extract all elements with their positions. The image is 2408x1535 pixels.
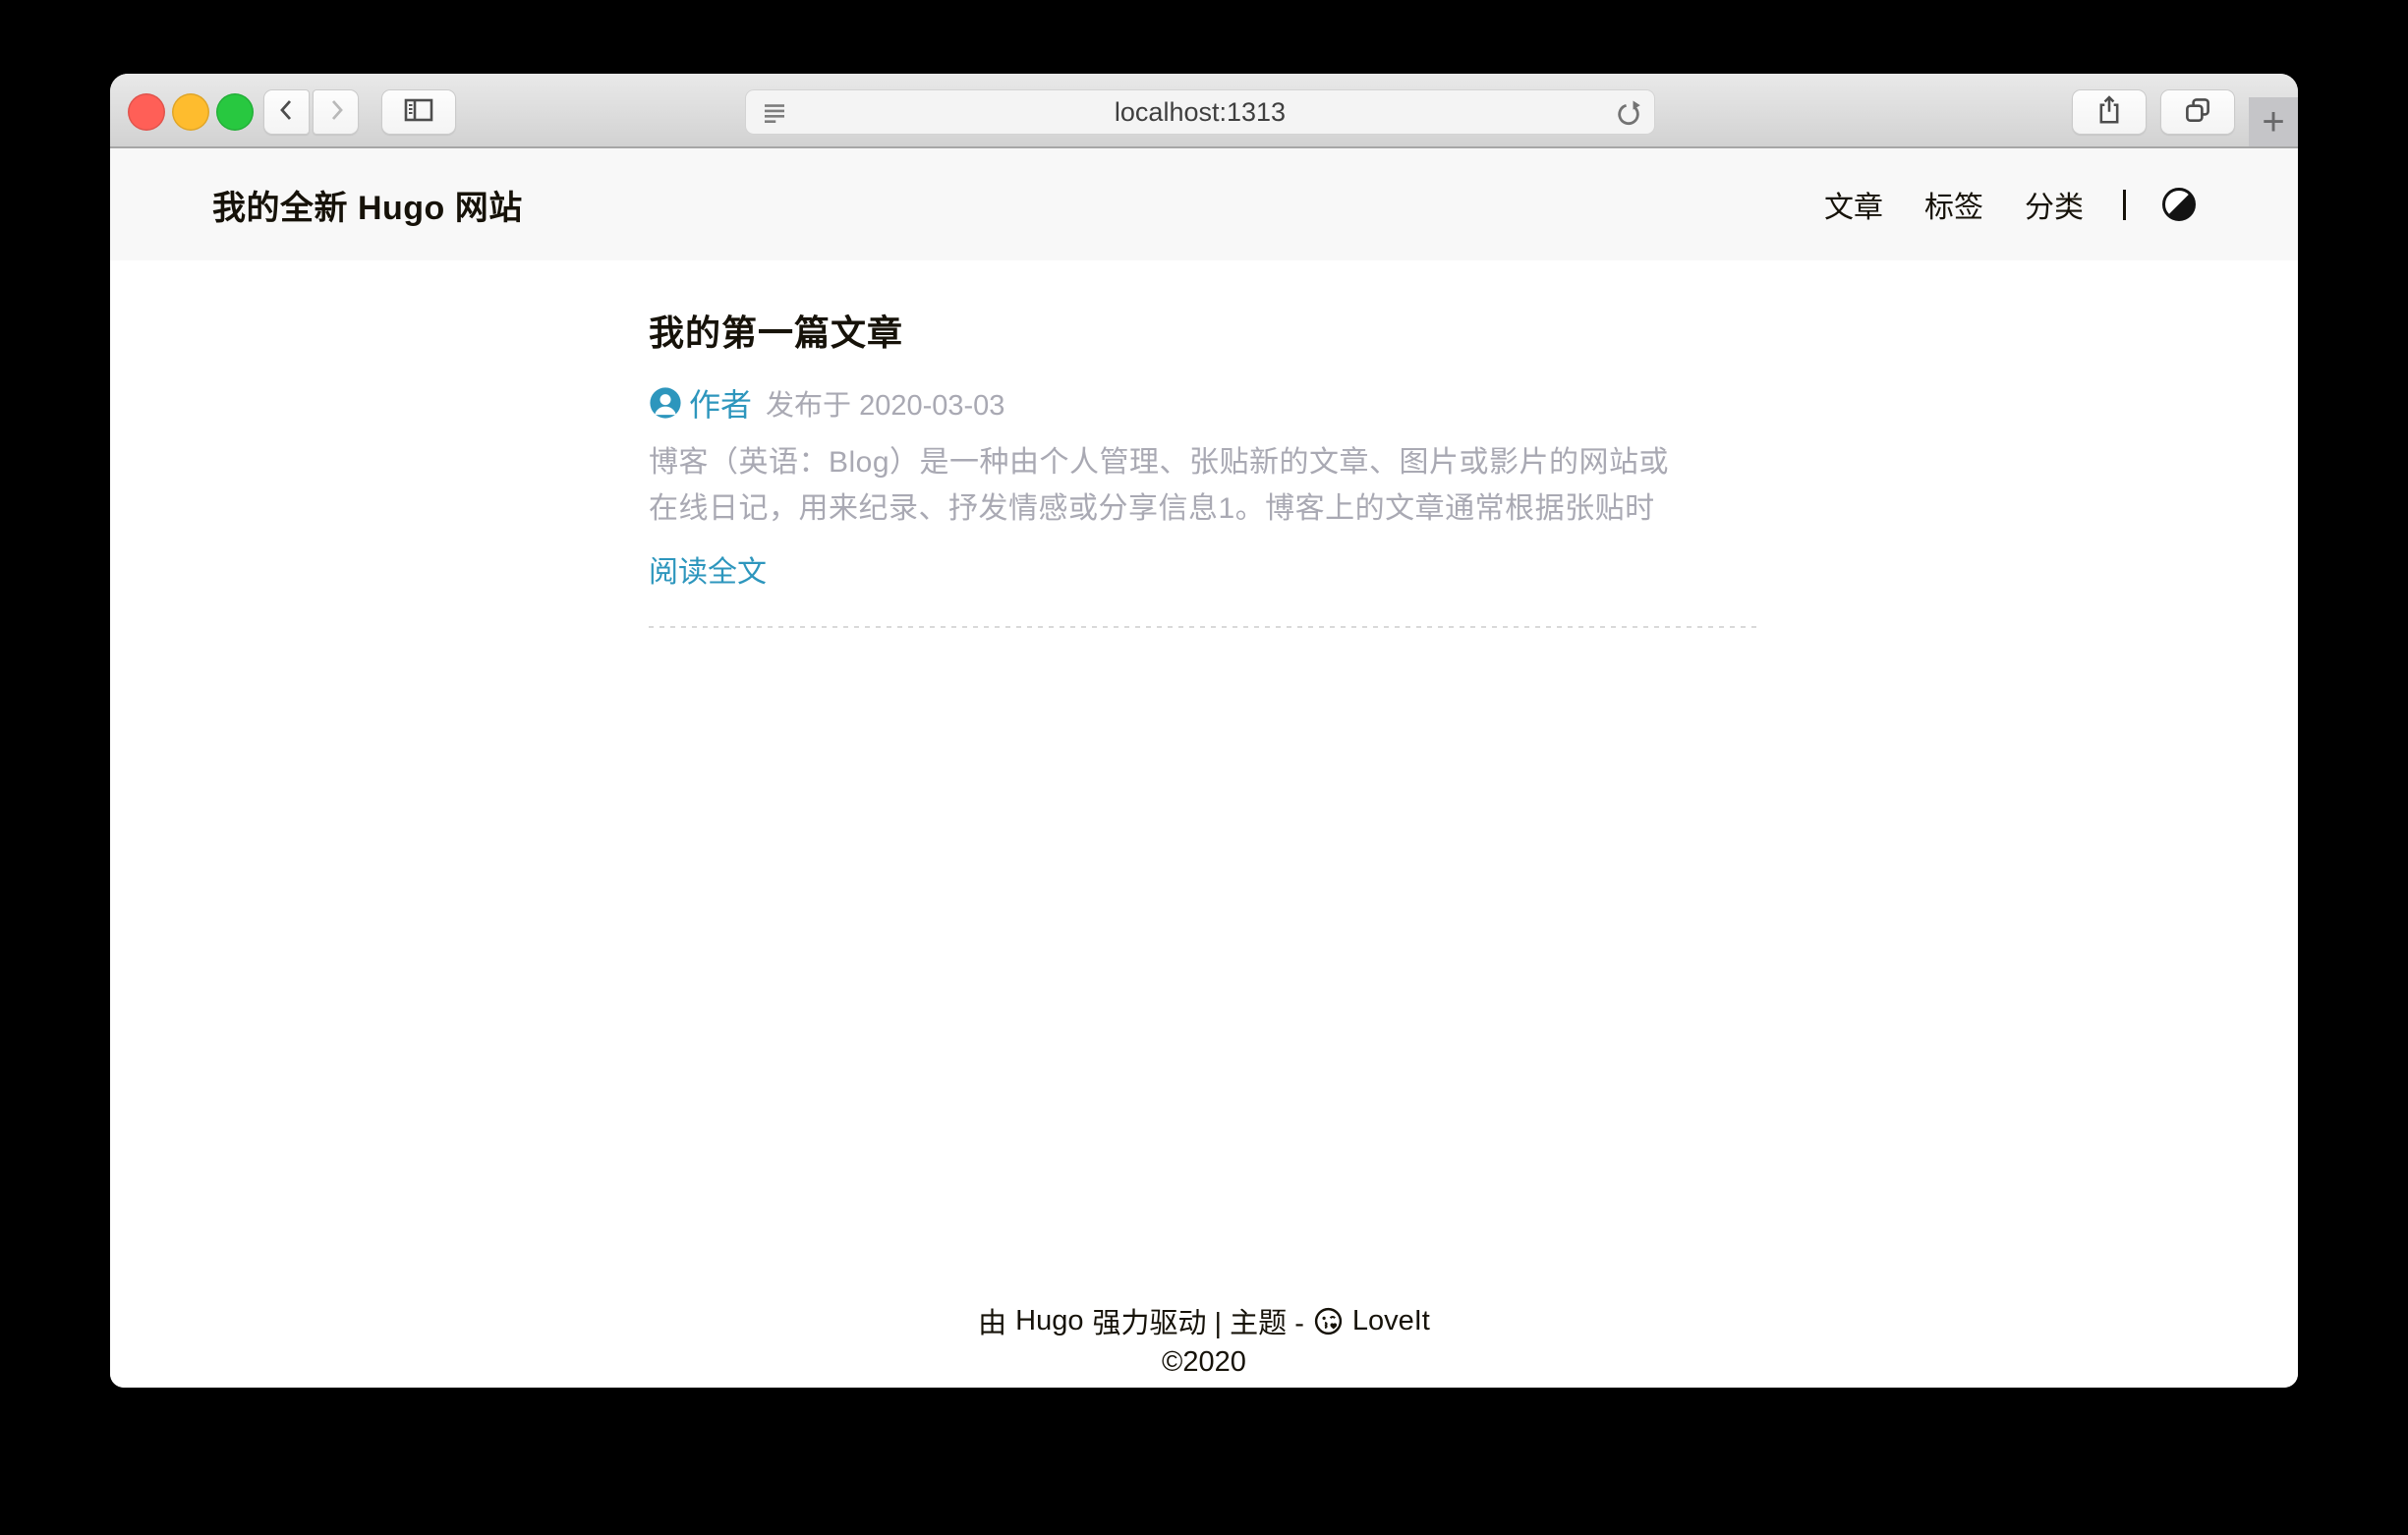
site-footer: 由 Hugo 强力驱动 | 主题 - LoveIt ©202 <box>110 1301 2298 1382</box>
kiss-wink-heart-icon <box>1313 1306 1344 1336</box>
tab-overview-button[interactable] <box>2160 89 2235 135</box>
publish-date: 发布于 2020-03-03 <box>766 382 1004 424</box>
new-tab-button[interactable]: + <box>2249 97 2298 146</box>
minimize-window-button[interactable] <box>172 93 209 131</box>
footer-copyright: ©2020 <box>110 1342 2298 1382</box>
chevron-left-icon <box>275 96 299 129</box>
footer-text: 由 <box>978 1300 1006 1341</box>
post-summary-card: 我的第一篇文章 作者 <box>649 260 1759 628</box>
read-more-link[interactable]: 阅读全文 <box>649 547 767 591</box>
safari-window: localhost:1313 <box>110 74 2298 1388</box>
user-circle-icon <box>649 386 682 420</box>
main-content: 我的第一篇文章 作者 <box>110 260 2298 628</box>
hugo-link[interactable]: Hugo <box>1015 1305 1083 1337</box>
forward-button[interactable] <box>313 89 359 135</box>
chevron-right-icon <box>324 96 348 129</box>
sidebar-toggle-button[interactable] <box>381 89 456 135</box>
summary-line: 博客（英语：Blog）是一种由个人管理、张贴新的文章、图片或影片的网站或 <box>649 439 1759 485</box>
footer-powered-by: 由 Hugo 强力驱动 | 主题 - LoveIt <box>110 1301 2298 1340</box>
nav-item-tags[interactable]: 标签 <box>1924 183 1983 226</box>
share-button[interactable] <box>2072 89 2147 135</box>
zoom-window-button[interactable] <box>216 93 254 131</box>
author-link[interactable]: 作者 <box>689 380 752 426</box>
nav-divider <box>2123 190 2126 220</box>
post-meta: 作者 发布于 2020-03-03 <box>649 380 1759 426</box>
url-text: localhost:1313 <box>746 90 1654 134</box>
browser-toolbar: localhost:1313 <box>110 74 2298 148</box>
sidebar-icon <box>402 96 435 129</box>
post-title-link[interactable]: 我的第一篇文章 <box>649 313 1759 353</box>
site-nav: 文章 标签 分类 <box>1824 183 2196 226</box>
address-bar[interactable]: localhost:1313 <box>745 89 1655 135</box>
post-summary-text: 博客（英语：Blog）是一种由个人管理、张贴新的文章、图片或影片的网站或 在线日… <box>649 439 1759 532</box>
close-window-button[interactable] <box>128 93 165 131</box>
reload-icon[interactable] <box>1613 97 1644 134</box>
nav-item-posts[interactable]: 文章 <box>1824 183 1883 226</box>
tabs-icon <box>2183 95 2212 130</box>
post-divider <box>649 626 1759 628</box>
share-icon <box>2095 94 2123 131</box>
traffic-lights <box>128 93 254 131</box>
summary-line: 在线日记，用来纪录、抒发情感或分享信息1。博客上的文章通常根据张贴时 <box>649 485 1759 532</box>
back-button[interactable] <box>263 89 310 135</box>
theme-toggle-icon[interactable] <box>2162 188 2196 221</box>
site-title-link[interactable]: 我的全新 Hugo 网站 <box>212 181 523 229</box>
web-page: 我的全新 Hugo 网站 文章 标签 分类 我的第一篇文章 <box>110 148 2298 1388</box>
desktop-background: localhost:1313 <box>0 0 2408 1535</box>
site-header: 我的全新 Hugo 网站 文章 标签 分类 <box>110 148 2298 260</box>
nav-item-categories[interactable]: 分类 <box>2025 183 2084 226</box>
theme-link[interactable]: LoveIt <box>1352 1305 1430 1337</box>
footer-text: 强力驱动 | 主题 - <box>1092 1300 1303 1341</box>
